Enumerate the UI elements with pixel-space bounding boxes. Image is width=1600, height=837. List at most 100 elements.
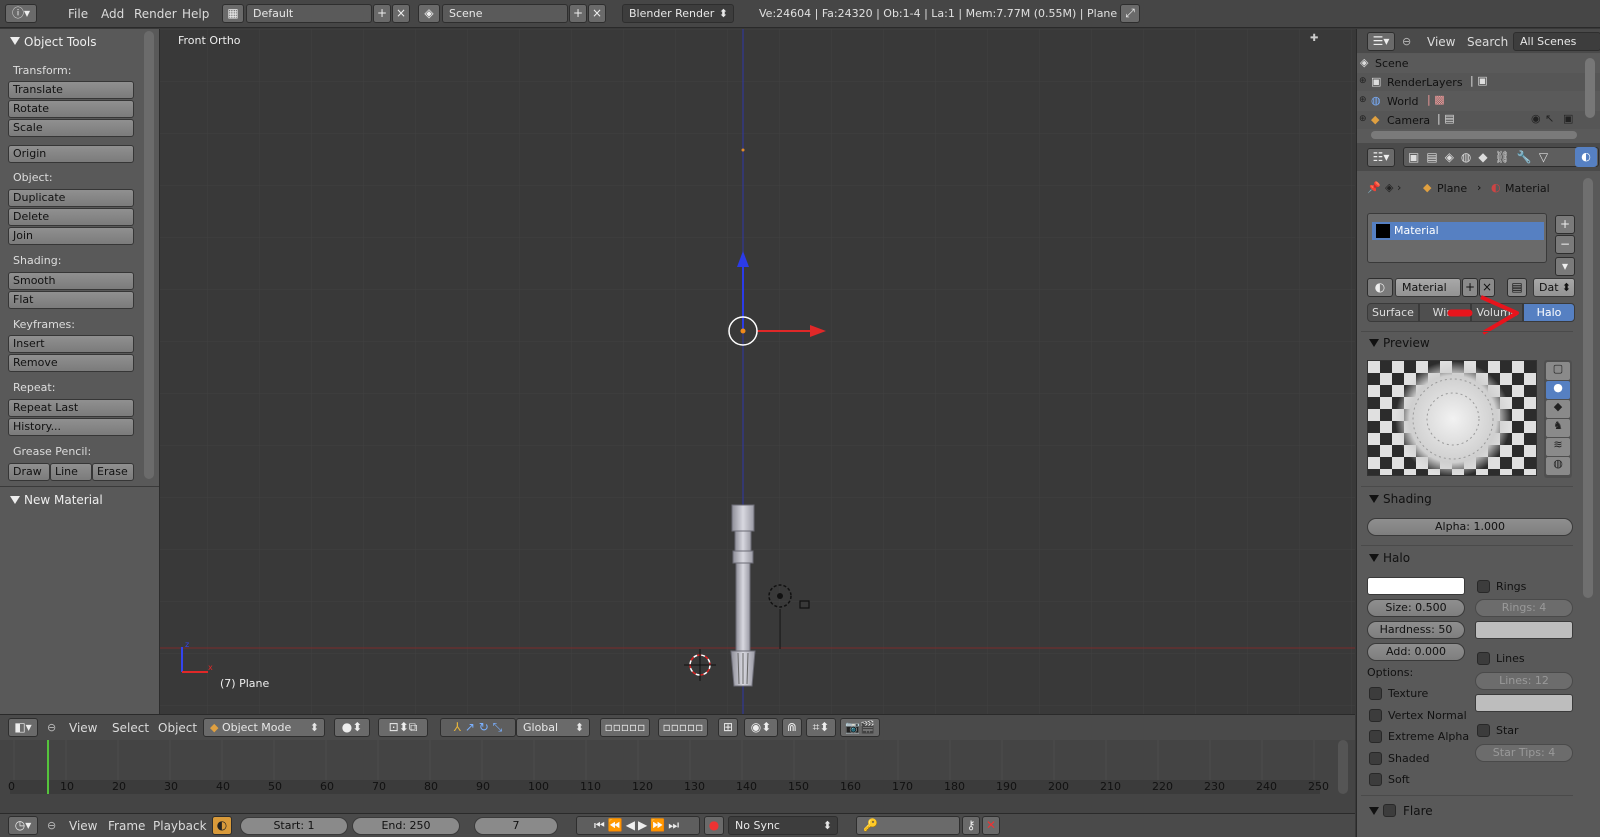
rotate-button[interactable]: Rotate — [8, 100, 134, 118]
rings-color-swatch[interactable] — [1475, 621, 1573, 639]
3d-viewport[interactable]: z x Front Ortho (7) Plane ✚ — [160, 29, 1355, 714]
remove-slot-icon[interactable]: − — [1555, 235, 1575, 254]
rings-count-field[interactable]: Rings: 4 — [1475, 599, 1573, 617]
preview-monkey-icon[interactable]: ♞ — [1546, 419, 1570, 437]
play-reverse-icon[interactable]: ◀ — [626, 818, 638, 832]
outliner-vscrollbar[interactable] — [1585, 58, 1595, 118]
flare-checkbox[interactable] — [1383, 804, 1396, 817]
delete-button[interactable]: Delete — [8, 208, 134, 226]
slot-specials-icon[interactable]: ▾ — [1555, 257, 1575, 276]
pivot-point-button[interactable]: ⊡⬍⧉ — [378, 718, 428, 737]
translate-button[interactable]: Translate — [8, 81, 134, 99]
editor-type-outliner-icon[interactable]: ☰▾ — [1367, 32, 1395, 51]
collapse-menu-icon[interactable]: ⊖ — [47, 819, 56, 832]
extreme-alpha-checkbox[interactable] — [1369, 730, 1382, 743]
halo-color-swatch[interactable] — [1367, 577, 1465, 595]
lines-count-field[interactable]: Lines: 12 — [1475, 672, 1573, 690]
star-tips-field[interactable]: Star Tips: 4 — [1475, 744, 1573, 762]
repeat-last-button[interactable]: Repeat Last — [8, 399, 134, 417]
outliner-filter-select[interactable]: All Scenes — [1513, 32, 1600, 51]
mode-select[interactable]: ◆ Object Mode ⬍ — [203, 718, 325, 737]
soft-checkbox[interactable] — [1369, 773, 1382, 786]
outliner-item-world[interactable]: ⊕ ◍ World | ▩ — [1357, 92, 1600, 110]
expand-icon[interactable]: ⊕ — [1359, 114, 1367, 124]
modifiers-tab-icon[interactable]: 🔧 — [1517, 150, 1539, 164]
line-button[interactable]: Line — [50, 463, 92, 481]
layers-grid-2[interactable]: ▫▫▫▫▫ — [658, 718, 708, 737]
orientation-select[interactable]: Global ⬍ — [516, 718, 590, 737]
expand-icon[interactable]: ⊕ — [1359, 76, 1367, 86]
snap-toggle-icon[interactable]: ⋒ — [782, 718, 802, 737]
add-slot-icon[interactable]: + — [1555, 215, 1575, 234]
editor-type-info-button[interactable]: ⓘ▾ — [5, 4, 37, 23]
scene-field[interactable]: Scene — [442, 4, 568, 23]
viewport-options-icon[interactable]: ✚ — [1310, 33, 1318, 44]
properties-scrollbar[interactable] — [1583, 178, 1593, 598]
outliner-hscrollbar[interactable] — [1371, 131, 1577, 139]
tools-scrollbar[interactable] — [144, 31, 154, 479]
scene-icon[interactable]: ◈ — [418, 4, 440, 23]
object-tab-icon[interactable]: ◆ — [1478, 150, 1494, 164]
insert-keyframe-button[interactable]: Insert — [8, 335, 134, 353]
preview-cube-icon[interactable]: ◆ — [1546, 400, 1570, 418]
render-tab-icon[interactable]: ▣ — [1408, 150, 1426, 164]
jump-start-icon[interactable]: ⏮ — [594, 818, 608, 832]
play-icon[interactable]: ▶ — [638, 818, 650, 832]
scale-button[interactable]: Scale — [8, 119, 134, 137]
lines-checkbox[interactable] — [1477, 652, 1490, 665]
preview-shape-selector[interactable]: ▢ ● ◆ ♞ ≋ ◍ — [1544, 360, 1572, 478]
insert-keyframe-icon[interactable]: ⚷ — [962, 816, 980, 835]
preview-hair-icon[interactable]: ≋ — [1546, 438, 1570, 456]
constraints-tab-icon[interactable]: ⛓ — [1495, 150, 1517, 164]
outliner-search-menu[interactable]: Search — [1467, 35, 1508, 49]
visibility-eye-icon[interactable]: ◉ — [1531, 112, 1541, 125]
star-checkbox[interactable] — [1477, 724, 1490, 737]
outliner-item-renderlayers[interactable]: ⊕ ▣ RenderLayers | ▣ — [1357, 73, 1600, 91]
preview-sphere-icon[interactable]: ● — [1546, 381, 1570, 399]
render-engine-select[interactable]: Blender Render ⬍ — [622, 4, 734, 23]
history-button[interactable]: History... — [8, 418, 134, 436]
add-field[interactable]: Add: 0.000 — [1367, 643, 1465, 661]
lines-color-swatch[interactable] — [1475, 694, 1573, 712]
layers-grid-1[interactable]: ▫▫▫▫▫ — [600, 718, 650, 737]
collapse-triangle-icon[interactable] — [1369, 339, 1379, 347]
layout-field[interactable]: Default — [246, 4, 372, 23]
layer-lock-icon[interactable]: ⊞ — [718, 718, 738, 737]
duplicate-button[interactable]: Duplicate — [8, 189, 134, 207]
add-layout-icon[interactable]: + — [373, 4, 391, 23]
viewport-shading-button[interactable]: ●⬍ — [334, 718, 370, 737]
context-tabs[interactable]: ▣▤◈◍◆⛓🔧▽ — [1403, 147, 1599, 167]
origin-button[interactable]: Origin — [8, 145, 134, 163]
select-cursor-icon[interactable]: ↖ — [1545, 112, 1554, 125]
preview-plane-icon[interactable]: ▢ — [1546, 362, 1570, 380]
collapse-triangle-icon[interactable] — [10, 37, 20, 45]
flat-button[interactable]: Flat — [8, 291, 134, 309]
menu-playback[interactable]: Playback — [153, 819, 207, 833]
draw-button[interactable]: Draw — [8, 463, 50, 481]
remove-keyframe-button[interactable]: Remove — [8, 354, 134, 372]
remove-scene-icon[interactable]: × — [588, 4, 606, 23]
render-camera-icon[interactable]: ▣ — [1563, 112, 1573, 125]
size-field[interactable]: Size: 0.500 — [1367, 599, 1465, 617]
editor-type-properties-icon[interactable]: ☷▾ — [1367, 148, 1395, 167]
playback-controls[interactable]: ⏮⏪◀▶⏩⏭ — [576, 816, 700, 835]
editor-type-3d-icon[interactable]: ◧▾ — [8, 718, 38, 737]
menu-frame[interactable]: Frame — [108, 819, 145, 833]
collapse-triangle-icon[interactable] — [1369, 807, 1379, 815]
jump-keyframe-forward-icon[interactable]: ⏩ — [650, 818, 668, 832]
delete-keyframe-icon[interactable]: ✕ — [982, 816, 1000, 835]
add-scene-icon[interactable]: + — [569, 4, 587, 23]
menu-select[interactable]: Select — [112, 721, 149, 735]
render-preview-buttons[interactable]: 📷🎬 — [840, 718, 880, 737]
collapse-triangle-icon[interactable] — [1369, 495, 1379, 503]
alpha-field[interactable]: Alpha: 1.000 — [1367, 518, 1573, 536]
keying-set-field[interactable]: 🔑 — [856, 816, 960, 835]
snap-element-button[interactable]: ⌗⬍ — [806, 718, 836, 737]
scene-tab-icon[interactable]: ◈ — [1445, 150, 1461, 164]
menu-render[interactable]: Render — [134, 7, 177, 21]
screen-layout-icon[interactable]: ▦ — [222, 4, 244, 23]
world-tab-icon[interactable]: ◍ — [1461, 150, 1478, 164]
editor-type-timeline-icon[interactable]: ◷▾ — [8, 816, 38, 835]
outliner-view-menu[interactable]: View — [1427, 35, 1455, 49]
start-frame-field[interactable]: Start: 1 — [240, 817, 348, 835]
